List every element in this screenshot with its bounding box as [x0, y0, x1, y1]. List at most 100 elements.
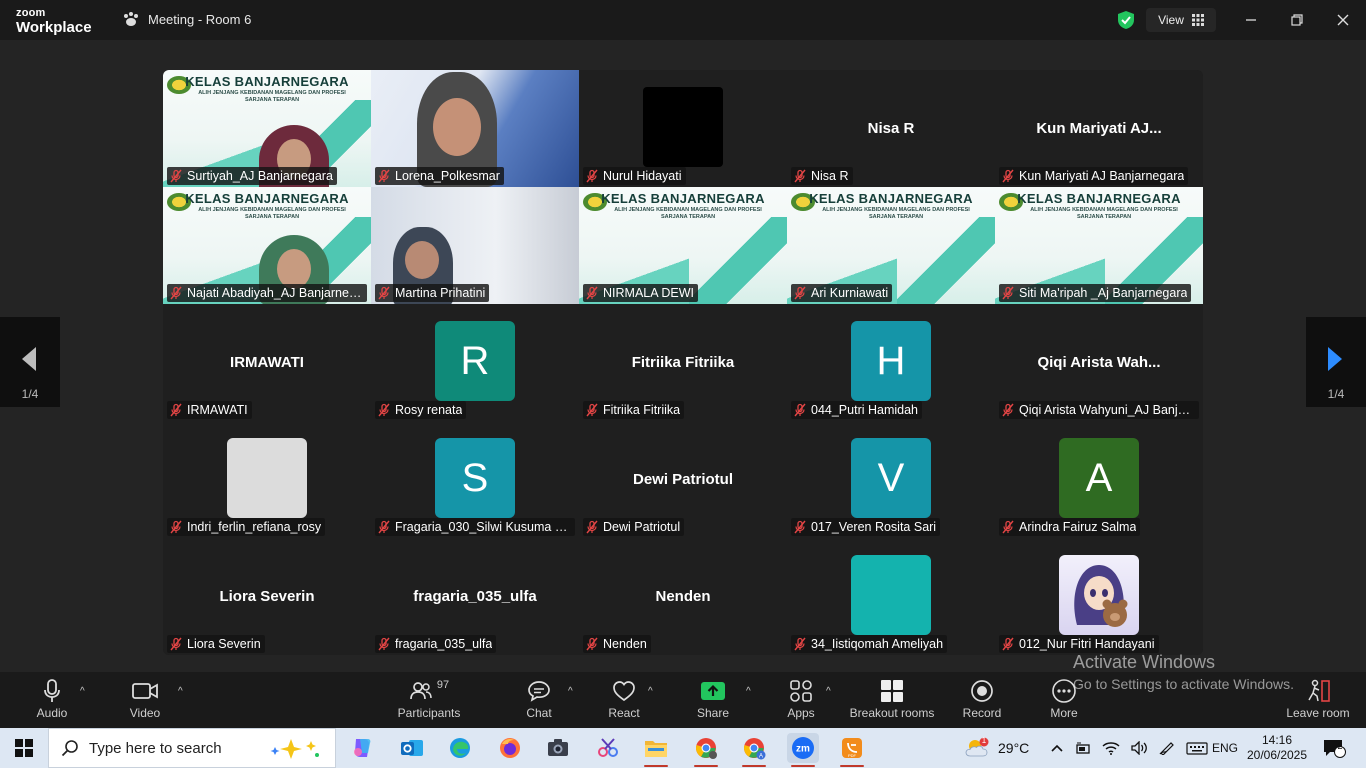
participant-display-name: Fitriika Fitriika: [631, 354, 735, 371]
video-options-caret[interactable]: ^: [178, 686, 183, 697]
taskbar-chrome-2[interactable]: A: [738, 733, 770, 767]
participant-tile[interactable]: Dewi Patriotul Dewi Patriotul: [579, 421, 787, 538]
participant-tile[interactable]: Liora Severin Liora Severin: [163, 538, 371, 655]
speaker-icon[interactable]: [1130, 741, 1148, 755]
react-button[interactable]: React: [606, 676, 642, 720]
participant-name: Surtiyah_AJ Banjarnegara: [187, 169, 333, 183]
taskbar-edge[interactable]: [444, 733, 476, 763]
participant-name: Liora Severin: [187, 637, 261, 651]
apps-options-caret[interactable]: ^: [826, 686, 831, 697]
record-button[interactable]: Record: [960, 676, 1004, 720]
breakout-rooms-button[interactable]: Breakout rooms: [848, 676, 936, 720]
taskbar-chrome-1[interactable]: [690, 733, 722, 767]
start-button[interactable]: [8, 733, 40, 763]
participant-tile[interactable]: H 044_Putri Hamidah: [787, 304, 995, 421]
pen-icon[interactable]: [1158, 741, 1176, 755]
participant-name: Fitriika Fitriika: [603, 403, 681, 417]
keyboard-icon[interactable]: [1186, 741, 1208, 755]
participant-tile[interactable]: Fitriika Fitriika Fitriika Fitriika: [579, 304, 787, 421]
mic-muted-icon: [586, 637, 598, 651]
mic-muted-icon: [378, 520, 390, 534]
taskbar-copilot[interactable]: [346, 733, 378, 763]
clock[interactable]: 14:16 20/06/2025: [1246, 728, 1308, 768]
taskbar-pdf-app[interactable]: PDF: [836, 733, 868, 767]
participant-name: Siti Ma'ripah _Aj Banjarnegara: [1019, 286, 1188, 300]
participant-name-label: Ari Kurniawati: [791, 284, 893, 302]
taskbar-zoom[interactable]: zm: [787, 733, 819, 767]
banner-title: KELAS BANJARNEGARA: [809, 191, 973, 206]
avatar: S: [435, 438, 515, 518]
participant-display-name: Qiqi Arista Wah...: [1037, 354, 1161, 371]
react-options-caret[interactable]: ^: [648, 686, 653, 697]
language-indicator[interactable]: ENG: [1212, 728, 1238, 768]
participant-name: Nurul Hidayati: [603, 169, 682, 183]
mic-muted-icon: [1002, 520, 1014, 534]
notification-center[interactable]: 2: [1322, 728, 1346, 768]
participant-tile[interactable]: 012_Nur Fitri Handayani: [995, 538, 1203, 655]
participant-tile[interactable]: KELAS BANJARNEGARA ALIH JENJANG KEBIDANAN…: [995, 187, 1203, 304]
gallery-grid: KELAS BANJARNEGARA ALIH JENJANG KEBIDANAN…: [163, 70, 1203, 655]
participant-tile[interactable]: KELAS BANJARNEGARA ALIH JENJANG KEBIDANAN…: [163, 187, 371, 304]
participant-name: Najati Abadiyah_AJ Banjarneg...: [187, 286, 363, 300]
participant-tile[interactable]: Martina Prihatini: [371, 187, 579, 304]
participant-tile[interactable]: 34_Iistiqomah Ameliyah: [787, 538, 995, 655]
participant-tile[interactable]: A Arindra Fairuz Salma: [995, 421, 1203, 538]
next-page-button[interactable]: 1/4: [1306, 317, 1366, 407]
participant-name-label: Kun Mariyati AJ Banjarnegara: [999, 167, 1189, 185]
taskbar-outlook[interactable]: [396, 733, 428, 763]
taskbar-camera[interactable]: [542, 733, 574, 763]
participant-tile[interactable]: Nurul Hidayati: [579, 70, 787, 187]
chevron-up-icon[interactable]: [1050, 743, 1064, 753]
svg-text:PDF: PDF: [848, 753, 857, 758]
participant-name: Rosy renata: [395, 403, 463, 417]
view-button[interactable]: View: [1146, 8, 1216, 32]
participant-tile[interactable]: Indri_ferlin_refiana_rosy: [163, 421, 371, 538]
share-options-caret[interactable]: ^: [746, 686, 751, 697]
participant-tile[interactable]: Nenden Nenden: [579, 538, 787, 655]
taskbar-search-box[interactable]: Type here to search: [48, 728, 336, 768]
participant-tile[interactable]: V 017_Veren Rosita Sari: [787, 421, 995, 538]
share-button[interactable]: Share: [696, 676, 730, 720]
participant-tile[interactable]: KELAS BANJARNEGARA ALIH JENJANG KEBIDANAN…: [579, 187, 787, 304]
video-button[interactable]: Video: [124, 676, 166, 720]
avatar: A: [1059, 438, 1139, 518]
restore-button[interactable]: [1287, 10, 1307, 30]
participant-name-label: Dewi Patriotul: [583, 518, 685, 536]
participant-name: 34_Iistiqomah Ameliyah: [811, 637, 944, 651]
wifi-icon[interactable]: [1102, 741, 1120, 755]
participant-tile[interactable]: KELAS BANJARNEGARA ALIH JENJANG KEBIDANAN…: [787, 187, 995, 304]
participant-tile[interactable]: R Rosy renata: [371, 304, 579, 421]
participants-button[interactable]: 97 Participants: [396, 676, 462, 720]
audio-button[interactable]: Audio: [32, 676, 72, 720]
audio-options-caret[interactable]: ^: [80, 686, 85, 697]
chat-button[interactable]: Chat: [522, 676, 556, 720]
weather-widget[interactable]: 1 29°C: [964, 728, 1029, 768]
participant-name-label: Rosy renata: [375, 401, 467, 419]
chat-options-caret[interactable]: ^: [568, 686, 573, 697]
taskbar-snipping[interactable]: [592, 733, 624, 763]
participant-tile[interactable]: S Fragaria_030_Silwi Kusuma Ju...: [371, 421, 579, 538]
face: [277, 249, 311, 289]
participant-tile[interactable]: IRMAWATI IRMAWATI: [163, 304, 371, 421]
prev-page-button[interactable]: 1/4: [0, 317, 60, 407]
participant-tile[interactable]: Qiqi Arista Wah... Qiqi Arista Wahyuni_AJ…: [995, 304, 1203, 421]
people-icon: [410, 682, 432, 700]
minimize-button[interactable]: [1241, 10, 1261, 30]
battery-icon[interactable]: [1074, 741, 1092, 755]
apps-button[interactable]: Apps: [784, 676, 818, 720]
participant-tile[interactable]: KELAS BANJARNEGARA ALIH JENJANG KEBIDANAN…: [163, 70, 371, 187]
leave-room-button[interactable]: Leave room: [1284, 676, 1352, 720]
notification-count: 2: [1337, 741, 1343, 751]
participant-tile[interactable]: Kun Mariyati AJ... Kun Mariyati AJ Banjar…: [995, 70, 1203, 187]
page-indicator-right: 1/4: [1327, 387, 1345, 401]
taskbar-file-explorer[interactable]: [640, 733, 672, 767]
participant-name-label: Najati Abadiyah_AJ Banjarneg...: [167, 284, 367, 302]
taskbar-firefox[interactable]: [494, 733, 526, 763]
shield-check-icon[interactable]: [1116, 10, 1136, 30]
close-button[interactable]: [1333, 10, 1353, 30]
chrome-profile-icon: A: [744, 738, 766, 760]
participant-tile[interactable]: fragaria_035_ulfa fragaria_035_ulfa: [371, 538, 579, 655]
participant-tile[interactable]: Nisa R Nisa R: [787, 70, 995, 187]
mic-muted-icon: [170, 520, 182, 534]
participant-tile[interactable]: Lorena_Polkesmar: [371, 70, 579, 187]
